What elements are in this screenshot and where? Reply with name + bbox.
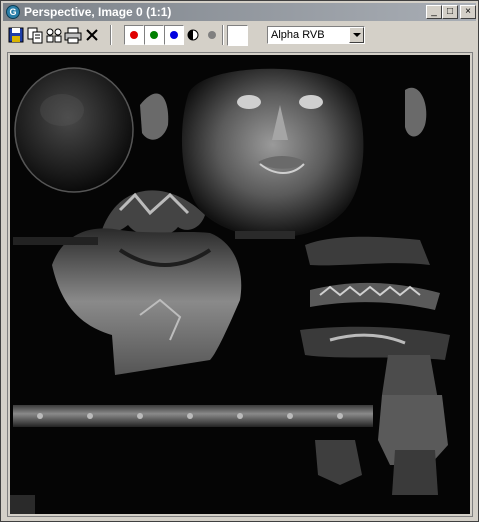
render-frame-window: G Perspective, Image 0 (1:1) _ □ × Alpha… [0,0,479,522]
close-icon: × [465,6,471,17]
save-icon[interactable] [7,26,25,44]
toolbar-separator [110,25,112,45]
red-channel-icon [130,31,138,39]
minimize-button[interactable]: _ [426,5,442,19]
color-swatch[interactable] [227,25,248,46]
channel-select[interactable]: Alpha RVB [267,26,365,44]
clear-icon[interactable] [83,26,101,44]
toolbar-separator [222,25,224,45]
green-channel-toggle[interactable] [144,25,164,45]
green-channel-icon [150,31,158,39]
close-button[interactable]: × [460,5,476,19]
maximize-button[interactable]: □ [442,5,458,19]
copy-icon[interactable] [26,26,44,44]
red-channel-toggle[interactable] [124,25,144,45]
chevron-down-icon[interactable] [349,27,364,43]
channel-select-value: Alpha RVB [271,29,325,41]
rendered-image-viewport[interactable] [10,55,470,514]
print-icon[interactable] [64,26,82,44]
toolbar: Alpha RVB [3,22,476,50]
blue-channel-icon [170,31,178,39]
uv-texture-render [10,55,470,514]
alpha-channel-icon[interactable] [203,26,221,44]
title-bar[interactable]: G Perspective, Image 0 (1:1) _ □ × [3,3,476,21]
clone-icon[interactable] [45,26,63,44]
monochrome-toggle-icon[interactable] [184,26,202,44]
app-icon: G [6,5,20,19]
blue-channel-toggle[interactable] [164,25,184,45]
minimize-icon: _ [431,6,437,17]
maximize-icon: □ [446,6,454,17]
window-title: Perspective, Image 0 (1:1) [24,5,172,19]
